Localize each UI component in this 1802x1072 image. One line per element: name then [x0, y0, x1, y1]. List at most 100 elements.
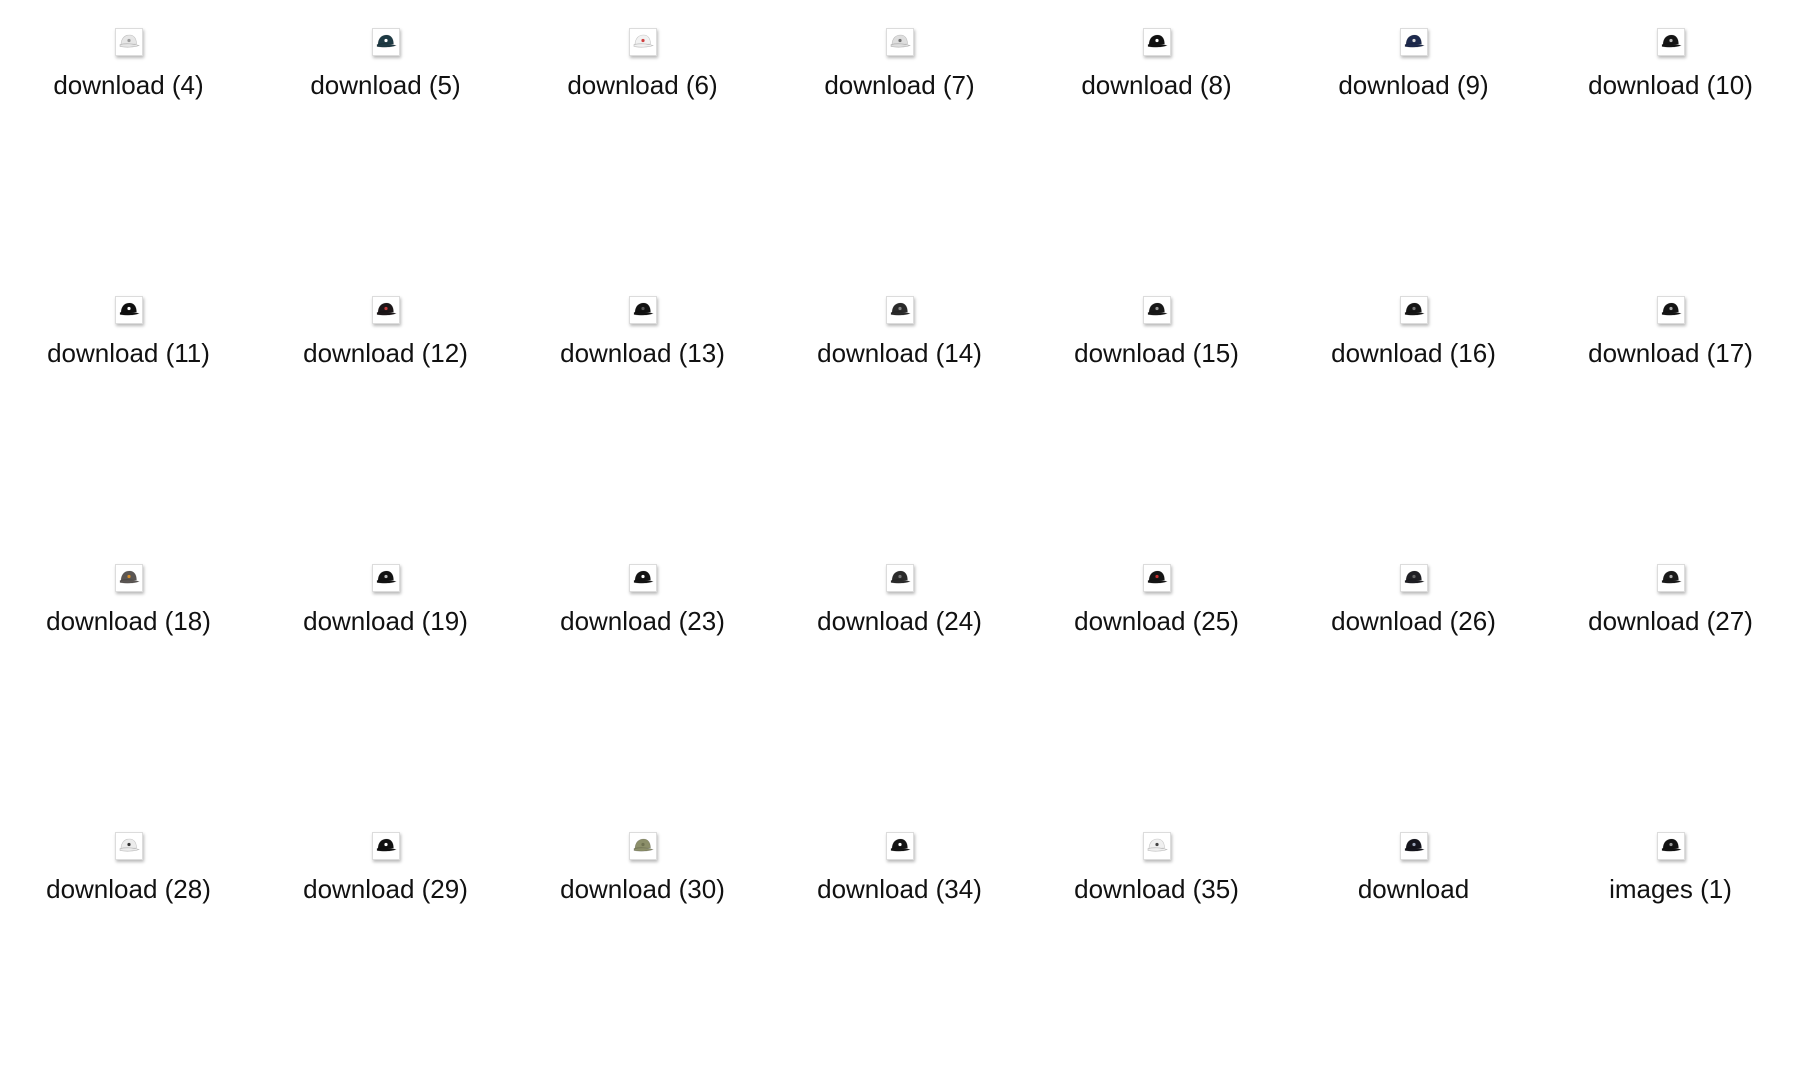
- file-name-label[interactable]: download (35): [1028, 874, 1285, 904]
- thumbnail[interactable]: [1656, 296, 1685, 324]
- file-name-label[interactable]: download (11): [0, 338, 257, 368]
- file-item[interactable]: download (12): [257, 268, 514, 536]
- file-item[interactable]: download (10): [1542, 0, 1799, 268]
- thumbnail[interactable]: [114, 28, 143, 56]
- file-name-label[interactable]: download (5): [257, 70, 514, 100]
- file-item[interactable]: download (14): [771, 268, 1028, 536]
- file-name-label[interactable]: download (24): [771, 606, 1028, 636]
- thumbnail[interactable]: [628, 296, 657, 324]
- thumbnail[interactable]: [885, 832, 914, 860]
- file-item[interactable]: download (17): [1542, 268, 1799, 536]
- thumbnail[interactable]: [371, 28, 400, 56]
- cap-white-icon: [119, 838, 140, 852]
- thumbnail[interactable]: [628, 832, 657, 860]
- cap-black-icon: [633, 302, 654, 316]
- file-name-label[interactable]: download (25): [1028, 606, 1285, 636]
- cap-white-icon: [890, 34, 911, 48]
- file-name-label[interactable]: images (1): [1542, 874, 1799, 904]
- cap-black-icon: [1147, 570, 1168, 584]
- file-item[interactable]: images (1): [1542, 804, 1799, 1072]
- thumbnail[interactable]: [1142, 564, 1171, 592]
- file-name-label[interactable]: download (4): [0, 70, 257, 100]
- file-name-label[interactable]: download (19): [257, 606, 514, 636]
- thumbnail[interactable]: [1399, 28, 1428, 56]
- file-name-label[interactable]: download (16): [1285, 338, 1542, 368]
- file-item[interactable]: download (13): [514, 268, 771, 536]
- file-item[interactable]: download (24): [771, 536, 1028, 804]
- file-name-label[interactable]: download (23): [514, 606, 771, 636]
- file-item[interactable]: download (26): [1285, 536, 1542, 804]
- thumbnail[interactable]: [114, 564, 143, 592]
- file-name-label[interactable]: download (7): [771, 70, 1028, 100]
- file-item[interactable]: download (19): [257, 536, 514, 804]
- file-item[interactable]: download (8): [1028, 0, 1285, 268]
- thumbnail[interactable]: [1399, 564, 1428, 592]
- cap-black-icon: [376, 838, 397, 852]
- thumbnail[interactable]: [1399, 296, 1428, 324]
- file-item[interactable]: download (16): [1285, 268, 1542, 536]
- thumbnail[interactable]: [1656, 564, 1685, 592]
- file-name-label[interactable]: download (28): [0, 874, 257, 904]
- file-name-label[interactable]: download (12): [257, 338, 514, 368]
- file-item[interactable]: download (27): [1542, 536, 1799, 804]
- file-item[interactable]: download (4): [0, 0, 257, 268]
- file-item[interactable]: download (18): [0, 536, 257, 804]
- file-item[interactable]: download (34): [771, 804, 1028, 1072]
- cap-black-icon: [1661, 34, 1682, 48]
- file-item[interactable]: download (5): [257, 0, 514, 268]
- file-name-label[interactable]: download (10): [1542, 70, 1799, 100]
- cap-gray-icon: [119, 570, 140, 584]
- thumbnail[interactable]: [371, 832, 400, 860]
- cap-dark-teal-icon: [376, 34, 397, 48]
- thumbnail[interactable]: [114, 296, 143, 324]
- file-item[interactable]: download (6): [514, 0, 771, 268]
- file-item[interactable]: download (28): [0, 804, 257, 1072]
- thumbnail[interactable]: [1656, 28, 1685, 56]
- cap-black-icon: [1147, 302, 1168, 316]
- file-name-label[interactable]: download (8): [1028, 70, 1285, 100]
- thumbnail[interactable]: [885, 564, 914, 592]
- file-grid: download (4) download (5) download (6) down…: [0, 0, 1802, 921]
- file-name-label[interactable]: download (6): [514, 70, 771, 100]
- thumbnail[interactable]: [1142, 28, 1171, 56]
- thumbnail[interactable]: [1142, 296, 1171, 324]
- thumbnail[interactable]: [885, 296, 914, 324]
- file-name-label[interactable]: download (27): [1542, 606, 1799, 636]
- thumbnail[interactable]: [1142, 832, 1171, 860]
- file-item[interactable]: download (9): [1285, 0, 1542, 268]
- thumbnail[interactable]: [628, 28, 657, 56]
- file-item[interactable]: download (35): [1028, 804, 1285, 1072]
- cap-black-icon: [1661, 838, 1682, 852]
- cap-black-icon: [890, 302, 911, 316]
- file-item[interactable]: download: [1285, 804, 1542, 1072]
- file-name-label[interactable]: download (29): [257, 874, 514, 904]
- file-item[interactable]: download (15): [1028, 268, 1285, 536]
- thumbnail[interactable]: [114, 832, 143, 860]
- cap-black-icon: [890, 570, 911, 584]
- file-item[interactable]: download (23): [514, 536, 771, 804]
- thumbnail[interactable]: [628, 564, 657, 592]
- file-item[interactable]: download (11): [0, 268, 257, 536]
- file-item[interactable]: download (7): [771, 0, 1028, 268]
- file-name-label[interactable]: download (34): [771, 874, 1028, 904]
- file-name-label[interactable]: download (13): [514, 338, 771, 368]
- file-name-label[interactable]: download (26): [1285, 606, 1542, 636]
- file-name-label[interactable]: download (17): [1542, 338, 1799, 368]
- file-name-label[interactable]: download (15): [1028, 338, 1285, 368]
- file-item[interactable]: download (25): [1028, 536, 1285, 804]
- thumbnail[interactable]: [371, 296, 400, 324]
- file-item[interactable]: download (29): [257, 804, 514, 1072]
- file-name-label[interactable]: download (18): [0, 606, 257, 636]
- file-name-label[interactable]: download (14): [771, 338, 1028, 368]
- cap-black-icon: [119, 302, 140, 316]
- cap-black-icon: [1661, 302, 1682, 316]
- thumbnail[interactable]: [1399, 832, 1428, 860]
- file-name-label[interactable]: download: [1285, 874, 1542, 904]
- file-name-label[interactable]: download (30): [514, 874, 771, 904]
- cap-black-icon: [376, 570, 397, 584]
- file-name-label[interactable]: download (9): [1285, 70, 1542, 100]
- thumbnail[interactable]: [371, 564, 400, 592]
- thumbnail[interactable]: [885, 28, 914, 56]
- thumbnail[interactable]: [1656, 832, 1685, 860]
- file-item[interactable]: download (30): [514, 804, 771, 1072]
